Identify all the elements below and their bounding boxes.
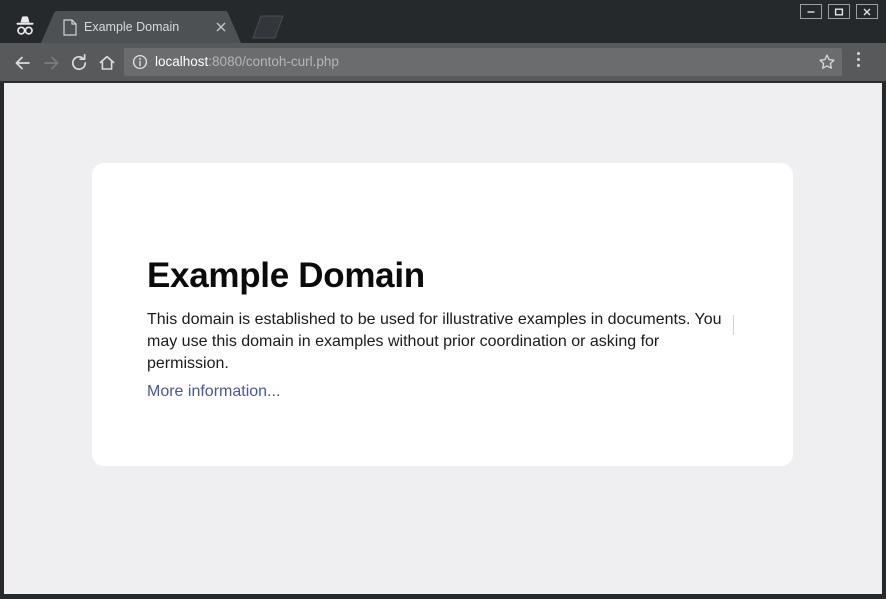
more-information-link[interactable]: More information... (147, 381, 280, 403)
window-controls (800, 4, 878, 19)
tab-example-domain[interactable]: Example Domain (41, 11, 241, 43)
url-path: :8080/contoh-curl.php (208, 54, 339, 69)
menu-dot (857, 52, 860, 55)
forward-icon (40, 52, 62, 74)
tab-title: Example Domain (84, 18, 204, 36)
close-button[interactable] (856, 4, 878, 19)
content-card: Example Domain This domain is establishe… (92, 163, 793, 466)
minimize-button[interactable] (800, 4, 822, 19)
browser-window: Example Domain (0, 0, 886, 599)
home-icon[interactable] (96, 52, 118, 74)
bookmark-star-icon[interactable] (818, 53, 836, 71)
back-icon[interactable] (12, 52, 34, 74)
page-document-icon (63, 19, 77, 36)
menu-dot (857, 64, 860, 67)
text-caret (733, 315, 734, 335)
incognito-icon[interactable] (10, 13, 40, 41)
browser-menu-icon[interactable] (857, 52, 861, 70)
tab-strip: Example Domain (0, 0, 886, 43)
page-title: Example Domain (147, 255, 425, 297)
page-viewport: Example Domain This domain is establishe… (4, 83, 882, 594)
address-bar[interactable]: localhost:8080/contoh-curl.php (124, 48, 842, 76)
new-tab-button[interactable] (245, 14, 287, 40)
address-bar-url[interactable]: localhost:8080/contoh-curl.php (155, 53, 339, 71)
close-icon[interactable] (213, 19, 229, 35)
info-icon[interactable] (132, 54, 148, 70)
reload-icon[interactable] (68, 52, 90, 74)
url-host: localhost (155, 54, 208, 69)
menu-dot (857, 58, 860, 61)
maximize-button[interactable] (828, 4, 850, 19)
page-paragraph: This domain is established to be used fo… (147, 309, 739, 375)
